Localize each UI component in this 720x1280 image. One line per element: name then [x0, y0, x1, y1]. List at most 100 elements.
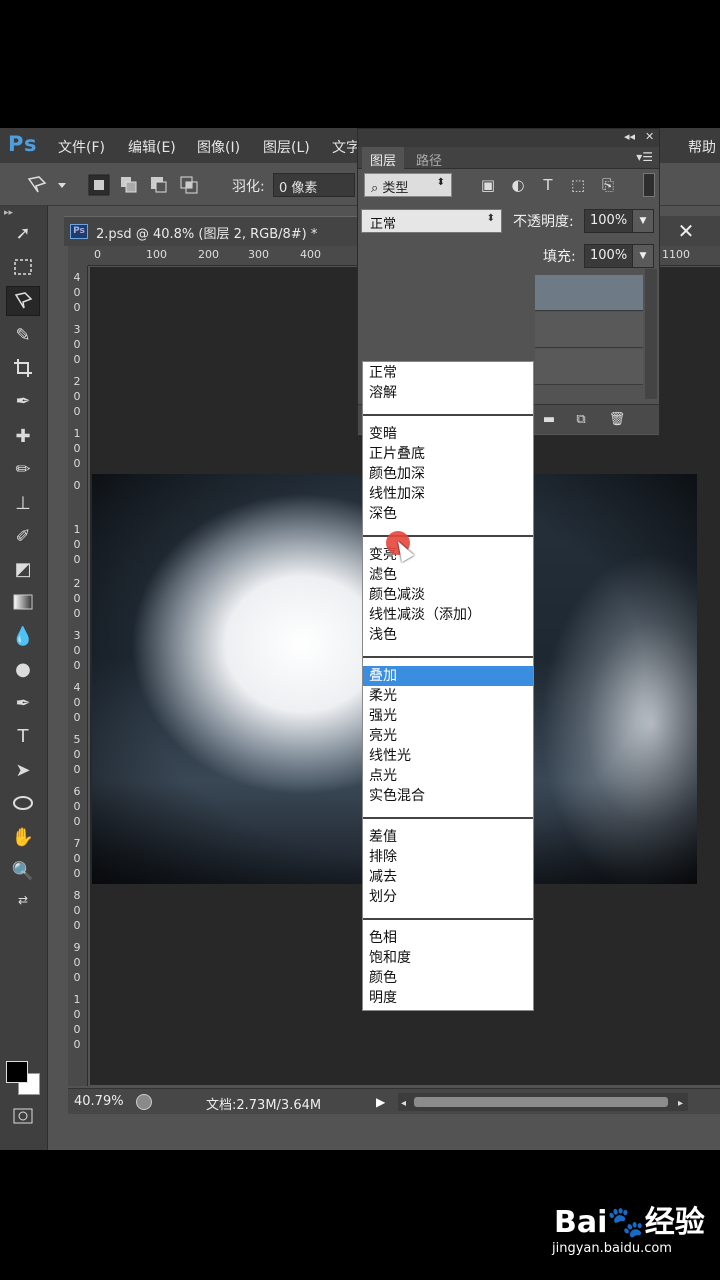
ruler-tick: 200	[73, 375, 81, 418]
blend-option-color-dodge[interactable]: 颜色减淡	[363, 585, 533, 605]
menu-file[interactable]: 文件(F)	[58, 137, 105, 157]
quick-select-tool-icon[interactable]: ✎	[6, 320, 40, 350]
new-group-icon[interactable]: ▬	[540, 412, 558, 428]
zoom-tool-icon[interactable]: 🔍	[6, 856, 40, 886]
blend-option-linear-light[interactable]: 线性光	[363, 746, 533, 766]
panel-grip-icon[interactable]: ▸▸	[4, 208, 13, 218]
blend-option-exclusion[interactable]: 排除	[363, 847, 533, 867]
pixel-filter-icon[interactable]: ▣	[478, 176, 498, 196]
zoom-level[interactable]: 40.79%	[74, 1094, 124, 1109]
eyedropper-tool-icon[interactable]: ✒	[6, 386, 40, 416]
opacity-dropdown-icon[interactable]: ▼	[632, 209, 654, 233]
close-document-icon[interactable]: ✕	[664, 218, 708, 244]
layer-row[interactable]	[535, 349, 643, 385]
blend-option-normal[interactable]: 正常	[363, 363, 533, 383]
adjustment-filter-icon[interactable]: ◐	[508, 176, 528, 196]
lasso-tool-icon[interactable]	[6, 286, 40, 316]
filter-kind-select[interactable]: ⌕ 类型 ⬍	[364, 173, 452, 197]
shape-filter-icon[interactable]: ⬚	[568, 176, 588, 196]
blend-option-linear-dodge[interactable]: 线性减淡（添加）	[363, 605, 533, 625]
polygon-lasso-icon[interactable]	[26, 174, 48, 196]
ellipse-tool-icon[interactable]	[6, 788, 40, 818]
status-info-icon[interactable]	[136, 1094, 152, 1110]
blend-mode-select[interactable]: 正常 ⬍	[361, 209, 502, 233]
type-tool-icon[interactable]: T	[6, 721, 40, 751]
brush-tool-icon[interactable]: ✏	[6, 454, 40, 484]
blend-option-hard-light[interactable]: 强光	[363, 706, 533, 726]
intersect-selection-icon[interactable]	[178, 174, 200, 196]
blend-option-color[interactable]: 颜色	[363, 968, 533, 988]
blend-option-soft-light[interactable]: 柔光	[363, 686, 533, 706]
crop-tool-icon[interactable]	[6, 353, 40, 383]
new-selection-icon[interactable]	[88, 174, 110, 196]
clone-stamp-tool-icon[interactable]: ⊥	[6, 488, 40, 518]
blend-option-hard-mix[interactable]: 实色混合	[363, 786, 533, 806]
fill-dropdown-icon[interactable]: ▼	[632, 244, 654, 268]
move-tool-icon[interactable]: ➚	[6, 218, 40, 248]
feather-input[interactable]: 0 像素	[273, 173, 355, 197]
blend-option-difference[interactable]: 差值	[363, 827, 533, 847]
blur-tool-icon[interactable]: 💧	[6, 621, 40, 651]
add-selection-icon[interactable]	[118, 174, 140, 196]
smart-object-filter-icon[interactable]: ⎘	[598, 176, 618, 196]
healing-brush-tool-icon[interactable]: ✚	[6, 421, 40, 451]
collapse-panel-icon[interactable]: ◂◂	[624, 130, 635, 143]
panel-menu-icon[interactable]: ▾☰	[636, 150, 653, 164]
scroll-right-icon[interactable]: ▸	[678, 1098, 683, 1109]
menu-help[interactable]: 帮助	[688, 137, 716, 157]
blend-option-hue[interactable]: 色相	[363, 928, 533, 948]
hand-tool-icon[interactable]: ✋	[6, 822, 40, 852]
layer-row-selected[interactable]	[535, 275, 643, 311]
status-menu-arrow-icon[interactable]: ▶	[376, 1095, 385, 1109]
delete-layer-icon[interactable]: 🗑	[608, 412, 626, 428]
menu-layer[interactable]: 图层(L)	[263, 137, 310, 157]
blend-option-multiply[interactable]: 正片叠底	[363, 444, 533, 464]
horizontal-scrollbar[interactable]: ◂ ▸	[398, 1093, 688, 1111]
blend-option-lighter-color[interactable]: 浅色	[363, 625, 533, 645]
fill-input[interactable]: 100% ▼	[584, 244, 654, 268]
tab-paths[interactable]: 路径	[408, 147, 450, 169]
scroll-left-icon[interactable]: ◂	[401, 1098, 406, 1109]
filter-toggle[interactable]	[643, 173, 655, 197]
scroll-thumb[interactable]	[414, 1097, 668, 1107]
blend-option-overlay[interactable]: 叠加	[363, 666, 533, 686]
blend-option-saturation[interactable]: 饱和度	[363, 948, 533, 968]
blend-option-linear-burn[interactable]: 线性加深	[363, 484, 533, 504]
new-layer-icon[interactable]: ⧉	[572, 412, 590, 428]
tab-layers[interactable]: 图层	[362, 147, 405, 169]
panel-header[interactable]: ◂◂ ✕	[358, 129, 659, 147]
pen-tool-icon[interactable]: ✒	[6, 688, 40, 718]
blend-option-pin-light[interactable]: 点光	[363, 766, 533, 786]
dodge-tool-icon[interactable]: ●	[6, 654, 40, 684]
blend-option-divide[interactable]: 划分	[363, 887, 533, 907]
gradient-tool-icon[interactable]	[6, 587, 40, 617]
type-filter-icon[interactable]: T	[538, 176, 558, 196]
blend-option-subtract[interactable]: 减去	[363, 867, 533, 887]
menu-type[interactable]: 文字	[332, 137, 360, 157]
quick-mask-icon[interactable]	[6, 1101, 40, 1131]
close-panel-icon[interactable]: ✕	[645, 130, 654, 143]
history-brush-tool-icon[interactable]: ✐	[6, 521, 40, 551]
opacity-input[interactable]: 100% ▼	[584, 209, 654, 233]
blend-option-darker-color[interactable]: 深色	[363, 504, 533, 524]
swap-colors-icon[interactable]: ⇄	[6, 890, 40, 910]
menu-image[interactable]: 图像(I)	[197, 137, 240, 157]
blend-option-screen[interactable]: 滤色	[363, 565, 533, 585]
menu-edit[interactable]: 编辑(E)	[128, 137, 176, 157]
blend-option-color-burn[interactable]: 颜色加深	[363, 464, 533, 484]
blend-option-darken[interactable]: 变暗	[363, 424, 533, 444]
ruler-tick: 300	[248, 248, 269, 261]
foreground-color-swatch[interactable]	[6, 1061, 28, 1083]
layer-row[interactable]	[535, 312, 643, 348]
blend-option-dissolve[interactable]: 溶解	[363, 383, 533, 403]
path-select-tool-icon[interactable]: ➤	[6, 755, 40, 785]
tool-preset-dropdown-icon[interactable]	[56, 174, 68, 196]
blend-option-luminosity[interactable]: 明度	[363, 988, 533, 1008]
blend-option-vivid-light[interactable]: 亮光	[363, 726, 533, 746]
marquee-tool-icon[interactable]	[6, 252, 40, 282]
search-icon: ⌕	[371, 181, 383, 196]
document-tab[interactable]: Ps 2.psd @ 40.8% (图层 2, RGB/8#) *	[64, 216, 364, 246]
eraser-tool-icon[interactable]: ◩	[6, 554, 40, 584]
layers-scrollbar[interactable]	[645, 269, 657, 399]
subtract-selection-icon[interactable]	[148, 174, 170, 196]
